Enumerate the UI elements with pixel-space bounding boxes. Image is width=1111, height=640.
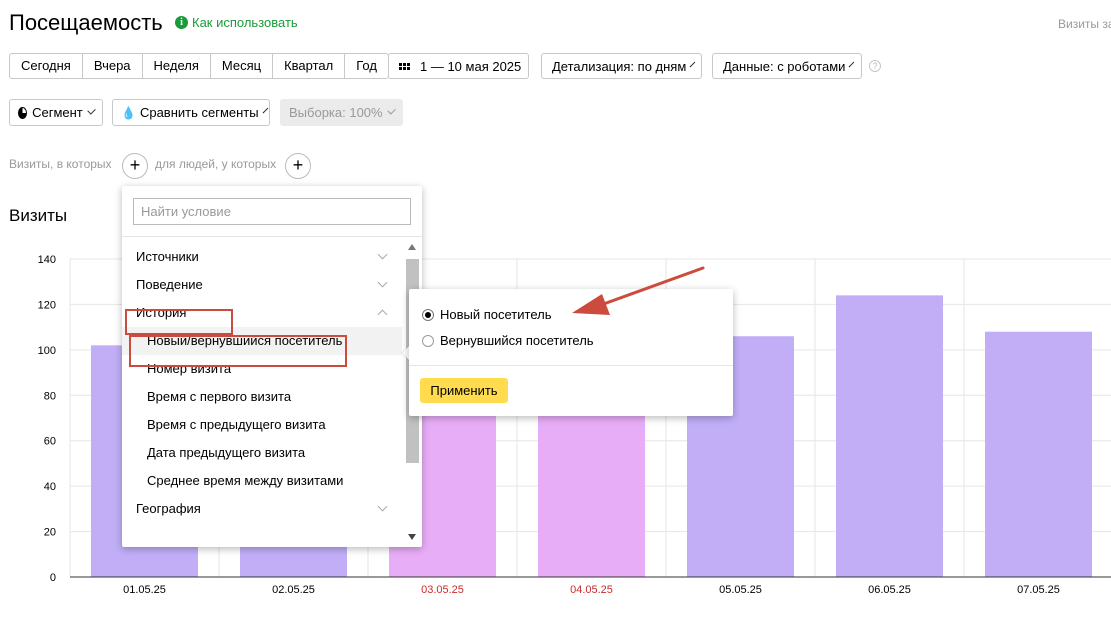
radio-returning-visitor-label: Вернувшийся посетитель [440,333,594,348]
apply-button[interactable]: Применить [420,378,508,403]
condition-item[interactable]: Среднее время между визитами [122,467,402,495]
condition-item-label: Дата предыдущего визита [147,445,306,460]
sample-label: Выборка: 100% [289,105,383,120]
radio-returning-visitor[interactable]: Вернувшийся посетитель [422,333,594,348]
condition-item-label: География [136,501,201,516]
divider [409,365,733,366]
y-tick-label: 120 [38,299,56,311]
date-range-label: 1 — 10 мая 2025 [420,58,522,74]
how-to-use-label: Как использовать [192,15,298,30]
y-tick-label: 20 [44,527,56,539]
radio-new-visitor[interactable]: Новый посетитель [422,307,552,322]
segment-button[interactable]: Сегмент [9,99,103,126]
period-selector: Сегодня Вчера Неделя Месяц Квартал Год [9,53,389,79]
condition-item[interactable]: Поведение [122,271,402,299]
condition-item[interactable]: Источники [122,243,402,271]
visits-condition-label: Визиты, в которых [9,157,112,171]
chevron-down-icon [377,249,388,260]
y-tick-label: 140 [38,254,56,266]
chevron-down-icon [849,61,855,67]
compare-segments-label: Сравнить сегменты [139,105,259,120]
people-condition-label: для людей, у которых [155,157,277,171]
condition-item[interactable]: География [122,495,402,523]
condition-item-label: Среднее время между визитами [147,473,344,488]
how-to-use-link[interactable]: i Как использовать [175,15,298,30]
radio-new-visitor-label: Новый посетитель [440,307,552,322]
x-tick-label: 04.05.25 [570,584,613,596]
date-range-button[interactable]: 1 — 10 мая 2025 [388,53,529,79]
compare-segments-button[interactable]: 💧 Сравнить сегменты [112,99,270,126]
chevron-down-icon [262,107,268,114]
condition-item-label: Источники [136,249,199,264]
period-quarter-button[interactable]: Квартал [272,53,346,79]
period-week-button[interactable]: Неделя [141,53,211,79]
visitor-type-popup: Новый посетитель Вернувшийся посетитель … [409,289,733,416]
scroll-up-icon[interactable] [408,244,416,250]
highlight-box-new-returning [129,335,347,367]
detail-select[interactable]: Детализация: по дням [541,53,702,79]
info-icon: i [175,16,188,29]
chevron-down-icon [377,277,388,288]
chevron-down-icon [386,106,396,115]
x-tick-label: 07.05.25 [1017,584,1060,596]
chevron-down-icon [377,501,388,512]
chevron-down-icon [87,106,96,115]
x-tick-label: 02.05.25 [272,584,315,596]
add-people-condition-button[interactable]: + [285,153,311,179]
visits-for-label: Визиты за [1058,17,1111,31]
chevron-down-icon [689,61,696,67]
y-tick-label: 40 [44,481,56,493]
drops-icon: 💧 [121,105,136,120]
x-tick-label: 05.05.25 [719,584,762,596]
chart-bar [836,295,943,577]
condition-item-label: Поведение [136,277,203,292]
condition-list: Источники Поведение История Новый/вернувший… [122,237,402,547]
y-tick-label: 0 [50,572,56,584]
condition-item-label: Время с первого визита [147,389,292,404]
x-tick-label: 03.05.25 [421,584,464,596]
segment-label: Сегмент [32,105,83,120]
data-mode-select[interactable]: Данные: с роботами [712,53,862,79]
chevron-up-icon [377,309,388,320]
calendar-icon [399,62,410,70]
highlight-box-history [125,309,233,335]
condition-search-input[interactable] [133,198,411,225]
condition-item-label: Время с предыдущего визита [147,417,326,432]
period-month-button[interactable]: Месяц [209,53,274,79]
chart-bar [985,331,1092,577]
scroll-down-icon[interactable] [408,534,416,540]
condition-item[interactable]: Дата предыдущего визита [122,439,402,467]
period-today-button[interactable]: Сегодня [9,53,83,79]
y-tick-label: 100 [38,345,56,357]
x-tick-label: 01.05.25 [123,584,166,596]
condition-item[interactable]: Время с первого визита [122,383,402,411]
radio-unchecked-icon [422,334,434,347]
chart-title: Визиты [9,206,68,225]
radio-checked-icon [422,308,434,321]
help-icon[interactable]: ? [869,60,881,72]
add-visit-condition-button[interactable]: + [122,153,148,179]
sample-select[interactable]: Выборка: 100% [280,99,403,126]
data-mode-label: Данные: с роботами [723,58,846,74]
page-title: Посещаемость [9,10,163,35]
y-tick-label: 60 [44,436,56,448]
x-tick-label: 06.05.25 [868,584,911,596]
period-yesterday-button[interactable]: Вчера [81,53,143,79]
detail-label: Детализация: по дням [552,58,687,74]
y-tick-label: 80 [44,390,56,402]
period-year-button[interactable]: Год [344,53,389,79]
condition-item[interactable]: Время с предыдущего визита [122,411,402,439]
pie-chart-icon [18,106,28,119]
